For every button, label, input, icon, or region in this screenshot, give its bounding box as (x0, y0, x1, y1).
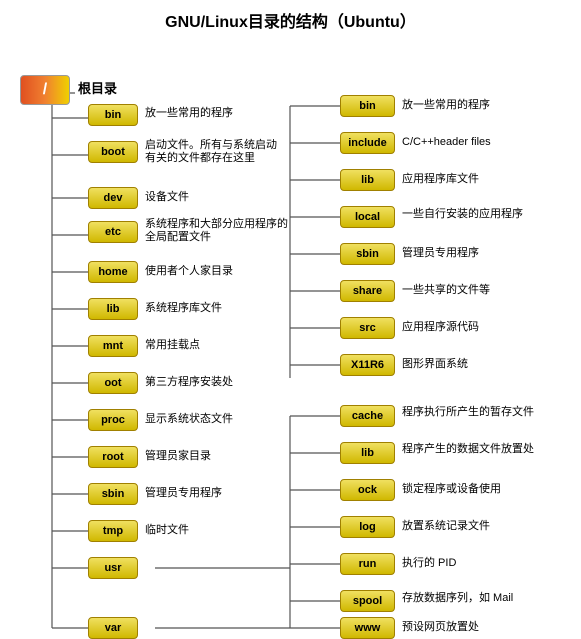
label-dev: 设备文件 (145, 190, 189, 204)
node-usr-lib: lib (340, 169, 395, 191)
label-tmp: 临时文件 (145, 523, 189, 537)
node-boot: boot (88, 141, 138, 163)
node-var-spool: spool (340, 590, 395, 612)
label-bin: 放一些常用的程序 (145, 106, 233, 120)
node-var-www: www (340, 617, 395, 639)
label-usr-share: 一些共享的文件等 (402, 283, 490, 297)
label-var-cache: 程序执行所产生的暂存文件 (402, 406, 562, 419)
node-bin: bin (88, 104, 138, 126)
node-usr: usr (88, 557, 138, 579)
node-mnt: mnt (88, 335, 138, 357)
root-node: / (20, 75, 70, 105)
label-root-dir: 管理员家目录 (145, 449, 211, 463)
label-usr-include: C/C++header files (402, 135, 491, 149)
node-var-run: run (340, 553, 395, 575)
label-proc: 显示系统状态文件 (145, 412, 233, 426)
node-usr-src: src (340, 317, 395, 339)
node-etc: etc (88, 221, 138, 243)
label-usr-local: 一些自行安装的应用程序 (402, 207, 567, 221)
label-mnt: 常用挂载点 (145, 338, 200, 352)
label-etc: 系统程序和大部分应用程序的全局配置文件 (145, 218, 290, 244)
node-var-lock: ock (340, 479, 395, 501)
node-usr-local: local (340, 206, 395, 228)
node-var-lib: lib (340, 442, 395, 464)
node-lib: lib (88, 298, 138, 320)
node-opt: oot (88, 372, 138, 394)
label-usr-sbin: 管理员专用程序 (402, 246, 479, 260)
page-title: GNU/Linux目录的结构（Ubuntu） (0, 0, 581, 38)
node-usr-sbin: sbin (340, 243, 395, 265)
label-usr-src: 应用程序源代码 (402, 320, 479, 334)
label-boot: 启动文件。所有与系统启动有关的文件都存在这里 (145, 139, 285, 165)
diagram: / 根目录 bin 放一些常用的程序 boot 启动文件。所有与系统启动有关的文… (0, 38, 581, 638)
label-sbin: 管理员专用程序 (145, 486, 222, 500)
label-var-www: 预设网页放置处 (402, 620, 479, 634)
node-usr-x11r6: X11R6 (340, 354, 395, 376)
label-var-run: 执行的 PID (402, 556, 456, 570)
node-var-log: log (340, 516, 395, 538)
node-var-cache: cache (340, 405, 395, 427)
node-proc: proc (88, 409, 138, 431)
root-label: 根目录 (78, 81, 117, 98)
label-home: 使用者个人家目录 (145, 264, 233, 278)
node-var: var (88, 617, 138, 639)
label-lib: 系统程序库文件 (145, 301, 222, 315)
node-usr-include: include (340, 132, 395, 154)
node-tmp: tmp (88, 520, 138, 542)
label-var-lock: 锁定程序或设备使用 (402, 482, 501, 496)
node-home: home (88, 261, 138, 283)
label-usr-bin: 放一些常用的程序 (402, 98, 490, 112)
label-usr-x11r6: 图形界面系统 (402, 357, 468, 371)
label-var-spool: 存放数据序列，如 Mail (402, 591, 562, 605)
label-opt: 第三方程序安装处 (145, 375, 233, 389)
node-sbin: sbin (88, 483, 138, 505)
label-var-lib: 程序产生的数据文件放置处 (402, 443, 562, 456)
node-usr-share: share (340, 280, 395, 302)
node-dev: dev (88, 187, 138, 209)
node-usr-bin: bin (340, 95, 395, 117)
label-var-log: 放置系统记录文件 (402, 519, 490, 533)
label-usr-lib: 应用程序库文件 (402, 172, 479, 186)
node-root-dir: root (88, 446, 138, 468)
